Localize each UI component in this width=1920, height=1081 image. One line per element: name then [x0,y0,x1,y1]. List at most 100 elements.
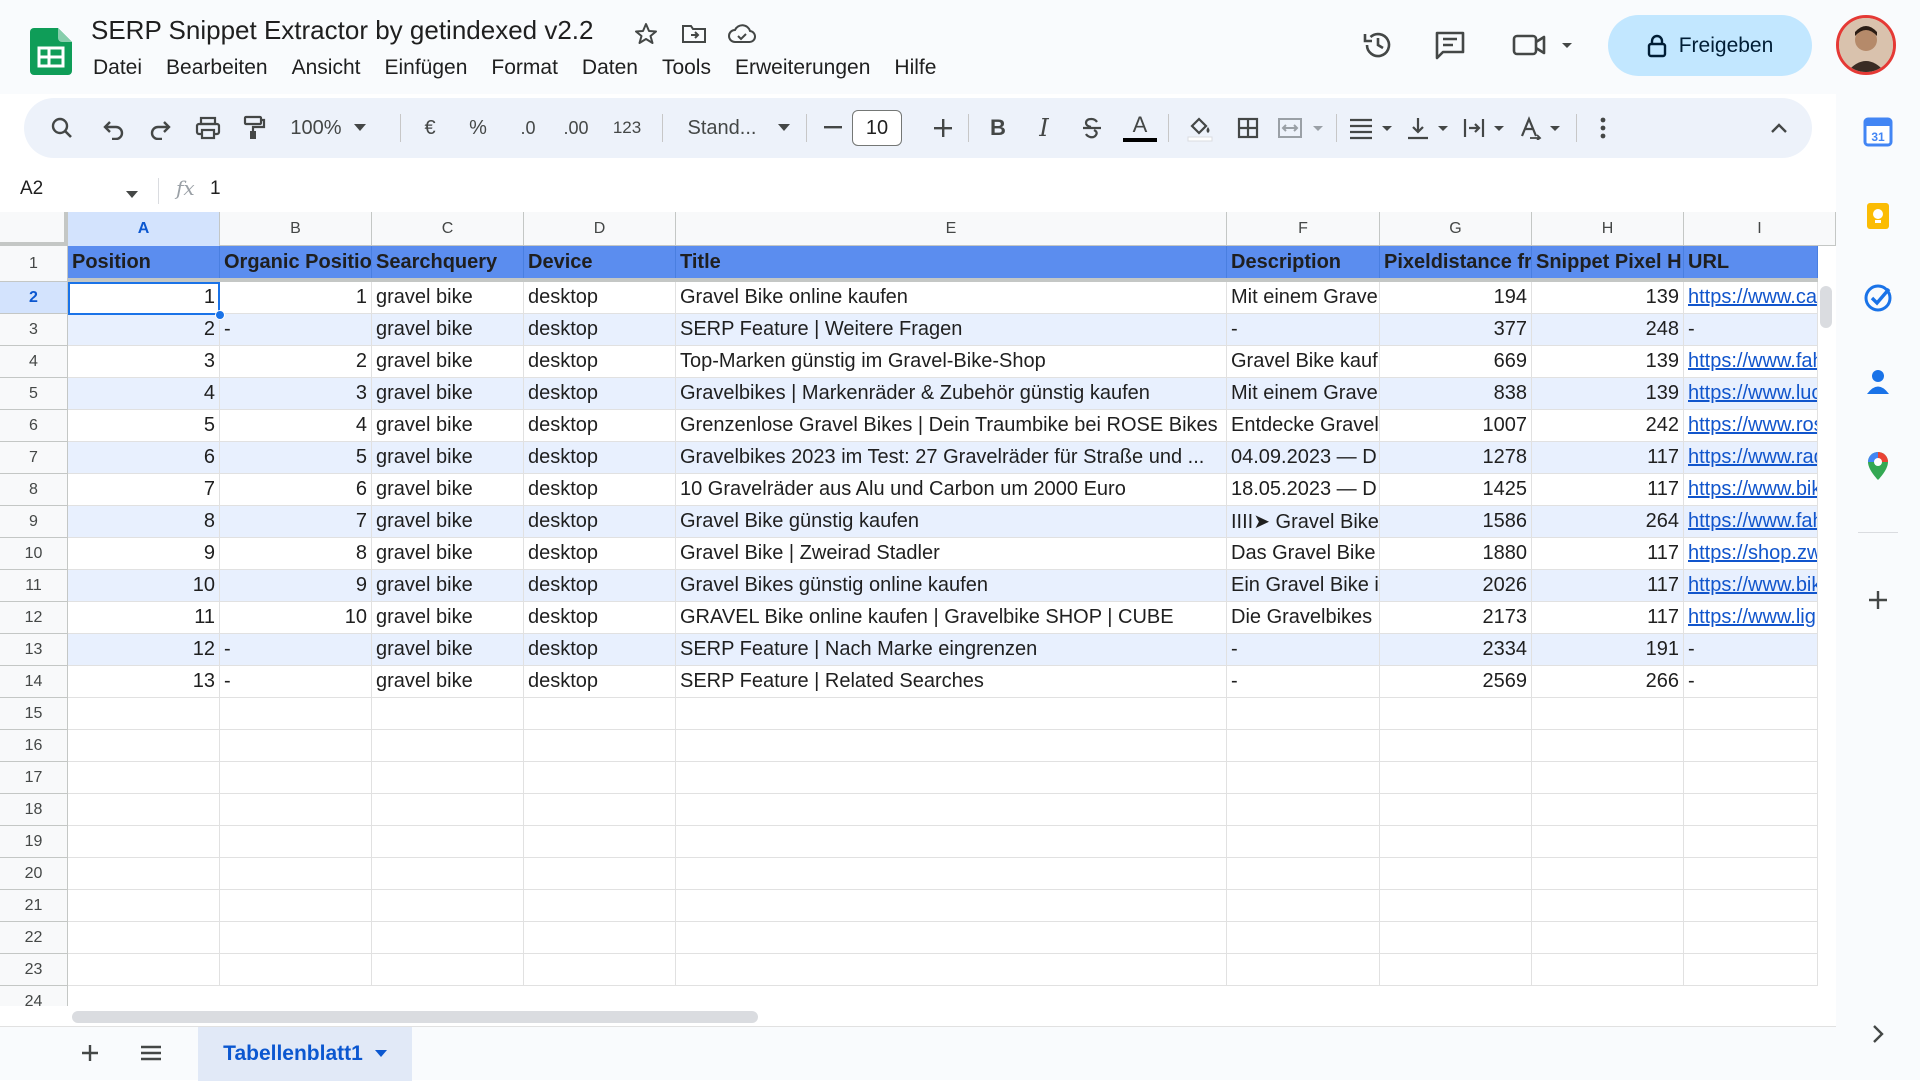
cell-b[interactable]: 8 [220,538,372,569]
row-header-7[interactable]: 7 [0,442,68,474]
cell-b[interactable]: - [220,666,372,697]
cell-d[interactable]: Device [524,246,676,278]
cell-c[interactable]: gravel bike [372,346,524,377]
hide-side-panel-icon[interactable] [1858,1014,1898,1054]
cell-h[interactable]: 139 [1532,346,1684,377]
cell-a[interactable] [68,922,220,953]
cell-a[interactable]: 3 [68,346,220,377]
cell-d[interactable]: desktop [524,314,676,345]
cell-g[interactable]: 1007 [1380,410,1532,441]
cell-a[interactable]: 9 [68,538,220,569]
share-button[interactable]: Freigeben [1608,15,1812,76]
cell-f[interactable]: 04.09.2023 — D [1227,442,1380,473]
row-header-3[interactable]: 3 [0,314,68,346]
cell-g[interactable] [1380,922,1532,953]
cell-h[interactable]: 117 [1532,474,1684,505]
all-sheets-icon[interactable] [138,1041,164,1070]
bold-button[interactable]: B [978,98,1018,158]
cell-d[interactable] [524,794,676,825]
cell-c[interactable]: gravel bike [372,282,524,313]
cell-f[interactable] [1227,762,1380,793]
row-header-6[interactable]: 6 [0,410,68,442]
name-box-dropdown-icon[interactable] [126,186,138,204]
cell-d[interactable]: desktop [524,570,676,601]
menu-datei[interactable]: Datei [81,54,154,82]
cell-e[interactable]: Gravel Bikes günstig online kaufen [676,570,1227,601]
more-options-icon[interactable] [1586,98,1620,158]
cell-e[interactable] [676,762,1227,793]
cell-a[interactable]: 2 [68,314,220,345]
cell-i[interactable] [1684,730,1818,761]
cell-e[interactable] [676,730,1227,761]
cell-c[interactable] [372,762,524,793]
cell-a[interactable] [68,730,220,761]
cell-g[interactable]: 2026 [1380,570,1532,601]
row-header-9[interactable]: 9 [0,506,68,538]
cell-e[interactable]: 10 Gravelräder aus Alu und Carbon um 200… [676,474,1227,505]
row-header-5[interactable]: 5 [0,378,68,410]
cell-d[interactable] [524,922,676,953]
percent-format-button[interactable]: % [460,98,496,158]
font-size-decrease-icon[interactable] [816,98,850,158]
cell-b[interactable]: Organic Positio [220,246,372,278]
cell-d[interactable]: desktop [524,506,676,537]
cell-i[interactable]: - [1684,634,1818,665]
fill-handle[interactable] [215,310,225,320]
cell-b[interactable]: 1 [220,282,372,313]
cell-f[interactable] [1227,698,1380,729]
cell-g[interactable] [1380,762,1532,793]
row-header-17[interactable]: 17 [0,762,68,794]
cell-d[interactable] [524,954,676,985]
row-header-19[interactable]: 19 [0,826,68,858]
keep-icon[interactable] [1858,196,1898,236]
cell-i[interactable] [1684,954,1818,985]
cell-a[interactable] [68,890,220,921]
row-header-1[interactable]: 1 [0,246,68,282]
cell-h[interactable] [1532,922,1684,953]
cell-f[interactable] [1227,826,1380,857]
font-family-select[interactable]: Stand... [672,98,772,158]
cell-e[interactable]: Top-Marken günstig im Gravel-Bike-Shop [676,346,1227,377]
cell-f[interactable] [1227,922,1380,953]
text-rotation-icon[interactable] [1516,98,1570,158]
cell-f[interactable]: Die Gravelbikes [1227,602,1380,633]
fill-color-icon[interactable] [1178,98,1222,158]
cell-h[interactable] [1532,890,1684,921]
cell-b[interactable] [220,698,372,729]
cell-c[interactable]: gravel bike [372,410,524,441]
cell-c[interactable]: gravel bike [372,506,524,537]
document-title[interactable]: SERP Snippet Extractor by getindexed v2.… [91,15,593,46]
row-header-23[interactable]: 23 [0,954,68,986]
cell-f[interactable]: Gravel Bike kauf [1227,346,1380,377]
cell-d[interactable]: desktop [524,538,676,569]
cell-d[interactable]: desktop [524,602,676,633]
cell-e[interactable]: GRAVEL Bike online kaufen | Gravelbike S… [676,602,1227,633]
row-header-18[interactable]: 18 [0,794,68,826]
cell-c[interactable]: gravel bike [372,378,524,409]
sheets-logo-icon[interactable] [30,28,72,75]
cell-d[interactable] [524,698,676,729]
cell-c[interactable]: gravel bike [372,314,524,345]
cell-i[interactable]: - [1684,666,1818,697]
menu-einfuegen[interactable]: Einfügen [372,54,479,82]
cell-a[interactable] [68,826,220,857]
cell-h[interactable] [1532,730,1684,761]
currency-format-button[interactable]: € [412,98,448,158]
cell-e[interactable]: Grenzenlose Gravel Bikes | Dein Traumbik… [676,410,1227,441]
cell-c[interactable]: gravel bike [372,666,524,697]
cell-h[interactable] [1532,698,1684,729]
cell-i[interactable]: https://shop.zw [1684,538,1818,569]
name-box[interactable]: A2 [20,178,43,200]
cell-e[interactable] [676,858,1227,889]
cell-h[interactable]: 139 [1532,378,1684,409]
sheet-tab-tabellenblatt1[interactable]: Tabellenblatt1 [198,1027,412,1081]
cell-i[interactable] [1684,698,1818,729]
cell-e[interactable]: SERP Feature | Related Searches [676,666,1227,697]
cell-c[interactable]: gravel bike [372,442,524,473]
cell-d[interactable]: desktop [524,282,676,313]
row-header-21[interactable]: 21 [0,890,68,922]
cell-e[interactable] [676,922,1227,953]
cell-f[interactable] [1227,858,1380,889]
row-header-22[interactable]: 22 [0,922,68,954]
cell-f[interactable]: Das Gravel Bike [1227,538,1380,569]
